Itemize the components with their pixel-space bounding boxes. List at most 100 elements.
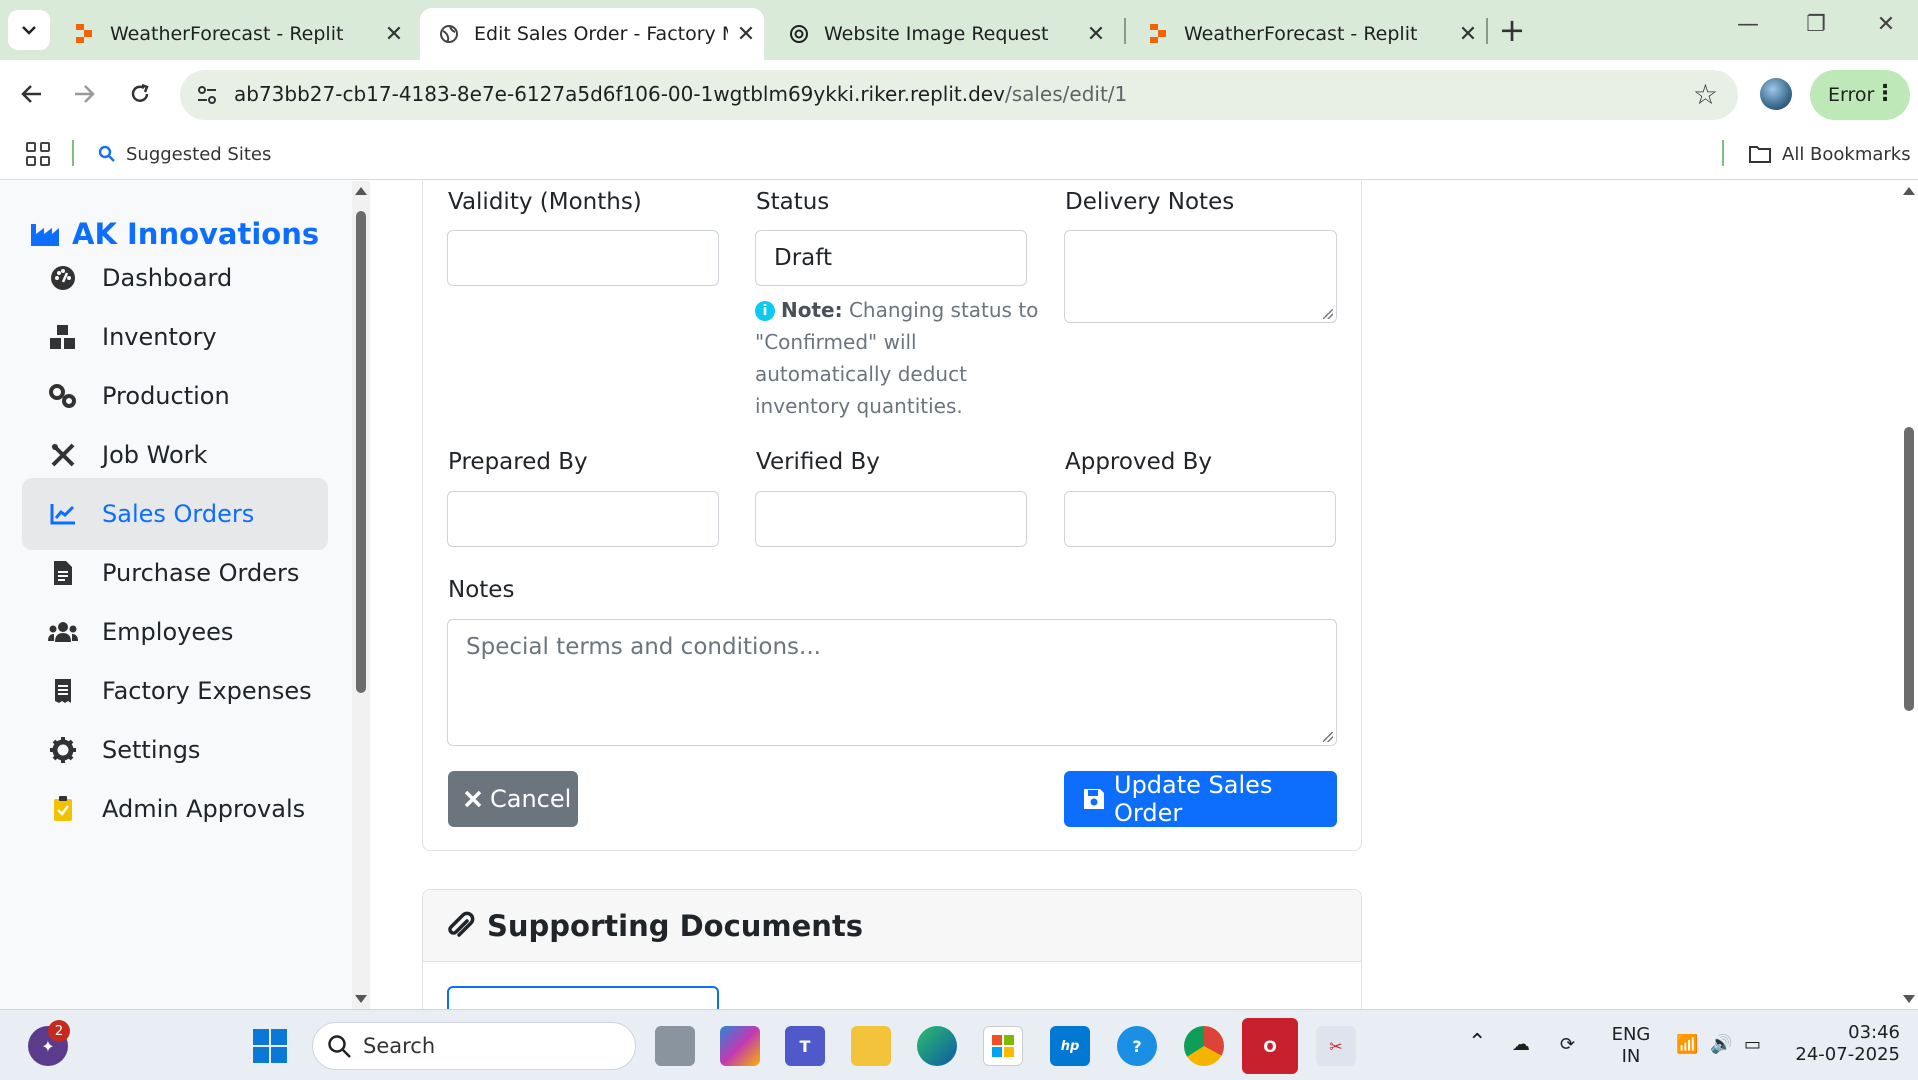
task-view-icon[interactable] — [655, 1026, 695, 1066]
all-bookmarks-button[interactable]: All Bookmarks — [1748, 128, 1911, 180]
tab-website-image-request[interactable]: Website Image Request ✕ — [770, 8, 1114, 60]
sidebar-item-admin-approvals[interactable]: Admin Approvals — [22, 773, 328, 845]
reload-button[interactable] — [122, 76, 158, 112]
scroll-up-arrow[interactable] — [355, 187, 367, 195]
onedrive-icon[interactable]: ☁ — [1512, 1034, 1530, 1056]
delivery-notes-textarea[interactable] — [1064, 230, 1337, 323]
scroll-down-arrow[interactable] — [1903, 995, 1915, 1003]
paperclip-icon — [448, 911, 475, 937]
approved-by-input[interactable] — [1064, 491, 1336, 547]
prepared-by-label: Prepared By — [448, 449, 588, 475]
sidebar-item-label: Purchase Orders — [102, 559, 300, 587]
scroll-up-arrow[interactable] — [1903, 187, 1915, 195]
url-path: /sales/edit/1 — [1004, 82, 1128, 106]
sidebar-item-label: Admin Approvals — [102, 795, 306, 823]
battery-icon[interactable]: ▭ — [1744, 1034, 1761, 1056]
wifi-icon[interactable]: 📶 — [1676, 1034, 1698, 1056]
clock-time: 03:46 — [1848, 1022, 1900, 1043]
page-scroll-thumb[interactable] — [1904, 427, 1914, 711]
bookmark-star-icon[interactable]: ☆ — [1693, 78, 1718, 111]
gear-icon — [48, 735, 78, 765]
new-tab-button[interactable]: + — [1492, 12, 1532, 48]
boxes-icon — [48, 322, 78, 352]
error-label: Error — [1828, 84, 1875, 106]
bookmark-suggested-sites[interactable]: Suggested Sites — [98, 128, 271, 180]
info-icon: i — [755, 301, 775, 321]
file-explorer-icon[interactable] — [851, 1026, 891, 1066]
back-button[interactable] — [14, 76, 50, 112]
tab-edit-sales-order[interactable]: Edit Sales Order - Factory Mana ✕ — [420, 8, 764, 60]
cancel-button[interactable]: Cancel — [448, 771, 578, 827]
tab-title: WeatherForecast - Replit — [1184, 23, 1418, 45]
bookmark-separator — [72, 140, 74, 166]
tab-separator — [1486, 18, 1488, 44]
chrome-icon[interactable] — [1184, 1026, 1224, 1066]
update-sales-order-button[interactable]: Update Sales Order — [1064, 771, 1337, 827]
get-help-icon[interactable]: ? — [1117, 1026, 1157, 1066]
status-select[interactable]: Draft — [755, 230, 1027, 286]
minimize-button[interactable]: — — [1718, 12, 1778, 37]
approved-by-label: Approved By — [1065, 449, 1213, 475]
globe-icon — [438, 23, 460, 45]
chevron-down-icon — [22, 26, 36, 35]
page-scrollbar[interactable] — [1900, 181, 1918, 1009]
users-icon — [48, 617, 78, 647]
opera-icon[interactable]: O — [1242, 1018, 1298, 1074]
replit-icon — [74, 23, 96, 45]
chart-line-icon — [48, 499, 78, 529]
tab-weatherforecast-2[interactable]: WeatherForecast - Replit ✕ — [1130, 8, 1486, 60]
error-menu-button[interactable]: Error ⋮ — [1810, 70, 1910, 120]
scroll-down-arrow[interactable] — [355, 995, 367, 1003]
teams-icon[interactable]: T — [785, 1026, 825, 1066]
sidebar-item-label: Production — [102, 382, 230, 410]
bookmark-separator — [1722, 140, 1724, 166]
tools-icon — [48, 440, 78, 470]
copilot-icon[interactable] — [720, 1026, 760, 1066]
myhp-icon[interactable]: hp — [1050, 1026, 1090, 1066]
sidebar-scrollbar[interactable] — [352, 181, 370, 1009]
search-icon — [98, 145, 115, 162]
close-tab-icon[interactable]: ✕ — [1078, 22, 1114, 47]
verified-by-label: Verified By — [756, 449, 880, 475]
resize-handle-icon[interactable] — [1323, 732, 1333, 742]
show-hidden-icons-chevron[interactable]: ⌃ — [1468, 1032, 1486, 1054]
close-tab-icon[interactable]: ✕ — [376, 22, 412, 47]
validity-input[interactable] — [447, 230, 719, 286]
notes-label: Notes — [448, 577, 515, 603]
language-code: ENG — [1611, 1024, 1651, 1045]
microsoft-store-icon[interactable] — [983, 1026, 1023, 1066]
tab-search-button[interactable] — [8, 10, 50, 50]
close-tab-icon[interactable]: ✕ — [728, 22, 764, 47]
profile-avatar[interactable] — [1760, 78, 1792, 110]
tab-weatherforecast-1[interactable]: WeatherForecast - Replit ✕ — [56, 8, 412, 60]
sidebar-item-label: Job Work — [102, 441, 208, 469]
forward-button[interactable] — [66, 76, 102, 112]
snipping-tool-icon[interactable]: ✂ — [1316, 1026, 1356, 1066]
close-window-button[interactable]: ✕ — [1856, 12, 1916, 37]
sync-icon[interactable]: ⟳ — [1560, 1034, 1575, 1056]
note-bold: Note: — [781, 298, 843, 322]
taskbar-search-box[interactable]: Search — [312, 1022, 636, 1070]
close-tab-icon[interactable]: ✕ — [1450, 22, 1486, 47]
language-indicator[interactable]: ENG IN — [1606, 1024, 1656, 1068]
url-host: ab73bb27-cb17-4183-8e7e-6127a5d6f106-00-… — [234, 82, 1005, 106]
sidebar-scroll-thumb[interactable] — [356, 211, 366, 693]
prepared-by-input[interactable] — [447, 491, 719, 547]
apps-grid-icon[interactable] — [26, 142, 50, 166]
tab-title: WeatherForecast - Replit — [110, 23, 344, 45]
windows-start-icon[interactable] — [250, 1026, 290, 1066]
invoice-icon — [48, 558, 78, 588]
verified-by-input[interactable] — [755, 491, 1027, 547]
resize-handle-icon[interactable] — [1323, 309, 1333, 319]
clock[interactable]: 03:46 24-07-2025 — [1790, 1022, 1900, 1066]
edge-icon[interactable] — [917, 1026, 957, 1066]
volume-icon[interactable]: 🔊 — [1710, 1034, 1732, 1056]
notes-textarea[interactable]: Special terms and conditions... — [447, 619, 1337, 746]
supporting-documents-header: Supporting Documents — [423, 890, 1361, 962]
search-icon — [328, 1035, 351, 1058]
gears-icon — [48, 381, 78, 411]
sidebar-item-label: Factory Expenses — [102, 677, 312, 705]
site-settings-icon[interactable] — [194, 82, 220, 108]
address-bar[interactable]: ab73bb27-cb17-4183-8e7e-6127a5d6f106-00-… — [180, 70, 1738, 120]
restore-button[interactable]: ❐ — [1786, 12, 1846, 37]
